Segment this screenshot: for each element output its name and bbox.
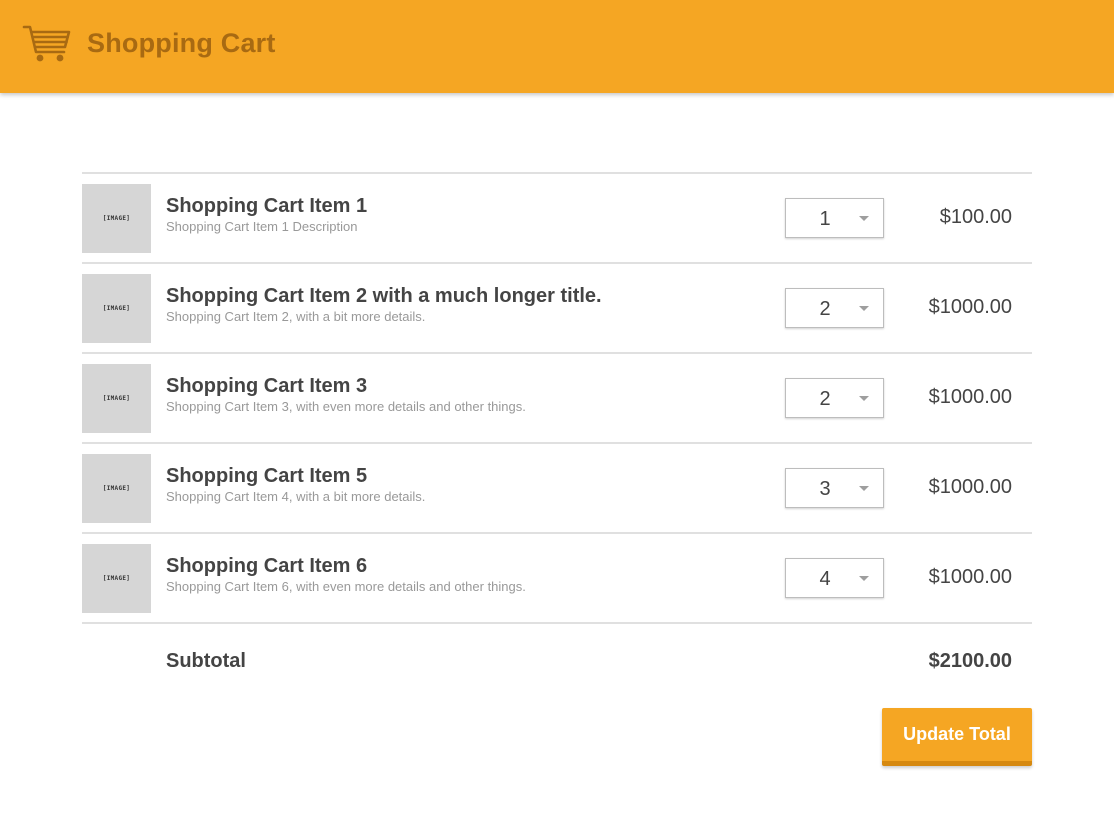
item-price: $100.00 [939,206,1012,228]
item-title: Shopping Cart Item 3 [166,375,368,397]
quantity-select[interactable]: 1 [785,198,884,238]
cart-item-row: [IMAGE] Shopping Cart Item 5 Shopping Ca… [82,444,1032,534]
caret-down-icon [859,396,869,401]
item-info: Shopping Cart Item 1 Shopping Cart Item … [166,194,766,236]
item-description: Shopping Cart Item 1 Description [166,219,358,234]
item-info: Shopping Cart Item 3 Shopping Cart Item … [166,374,766,416]
item-title: Shopping Cart Item 2 with a much longer … [166,285,602,307]
item-description: Shopping Cart Item 2, with a bit more de… [166,309,426,324]
quantity-select[interactable]: 2 [785,378,884,418]
caret-down-icon [859,576,869,581]
caret-down-icon [859,216,869,221]
item-price: $1000.00 [928,566,1012,588]
quantity-value: 1 [819,208,831,230]
item-image-placeholder: [IMAGE] [82,454,151,523]
item-image-placeholder: [IMAGE] [82,364,151,433]
caret-down-icon [859,306,869,311]
quantity-select[interactable]: 3 [785,468,884,508]
page-title: Shopping Cart [87,28,276,58]
quantity-select[interactable]: 2 [785,288,884,328]
item-title: Shopping Cart Item 6 [166,555,368,577]
quantity-select[interactable]: 4 [785,558,884,598]
update-total-button[interactable]: Update Total [882,708,1032,766]
cart-item-row: [IMAGE] Shopping Cart Item 2 with a much… [82,264,1032,354]
item-image-placeholder: [IMAGE] [82,274,151,343]
item-description: Shopping Cart Item 3, with even more det… [166,399,526,414]
item-title: Shopping Cart Item 1 [166,195,368,217]
cart-item-row: [IMAGE] Shopping Cart Item 3 Shopping Ca… [82,354,1032,444]
item-price: $1000.00 [928,386,1012,408]
item-price: $1000.00 [928,476,1012,498]
quantity-value: 2 [819,298,831,320]
item-image-placeholder: [IMAGE] [82,184,151,253]
item-info: Shopping Cart Item 6 Shopping Cart Item … [166,554,766,596]
shopping-cart-icon [22,25,71,62]
item-description: Shopping Cart Item 6, with even more det… [166,579,526,594]
subtotal-value: $2100.00 [928,650,1012,672]
quantity-value: 4 [819,568,831,590]
quantity-value: 3 [819,478,831,500]
item-info: Shopping Cart Item 5 Shopping Cart Item … [166,464,766,506]
app-header: Shopping Cart [0,0,1114,93]
item-description: Shopping Cart Item 4, with a bit more de… [166,489,426,504]
item-image-placeholder: [IMAGE] [82,544,151,613]
item-info: Shopping Cart Item 2 with a much longer … [166,284,766,326]
quantity-value: 2 [819,388,831,410]
caret-down-icon [859,486,869,491]
item-price: $1000.00 [928,296,1012,318]
subtotal-label: Subtotal [166,650,246,672]
cart-item-row: [IMAGE] Shopping Cart Item 6 Shopping Ca… [82,534,1032,624]
item-title: Shopping Cart Item 5 [166,465,368,487]
cart-item-list: [IMAGE] Shopping Cart Item 1 Shopping Ca… [82,172,1032,624]
cart-item-row: [IMAGE] Shopping Cart Item 1 Shopping Ca… [82,174,1032,264]
